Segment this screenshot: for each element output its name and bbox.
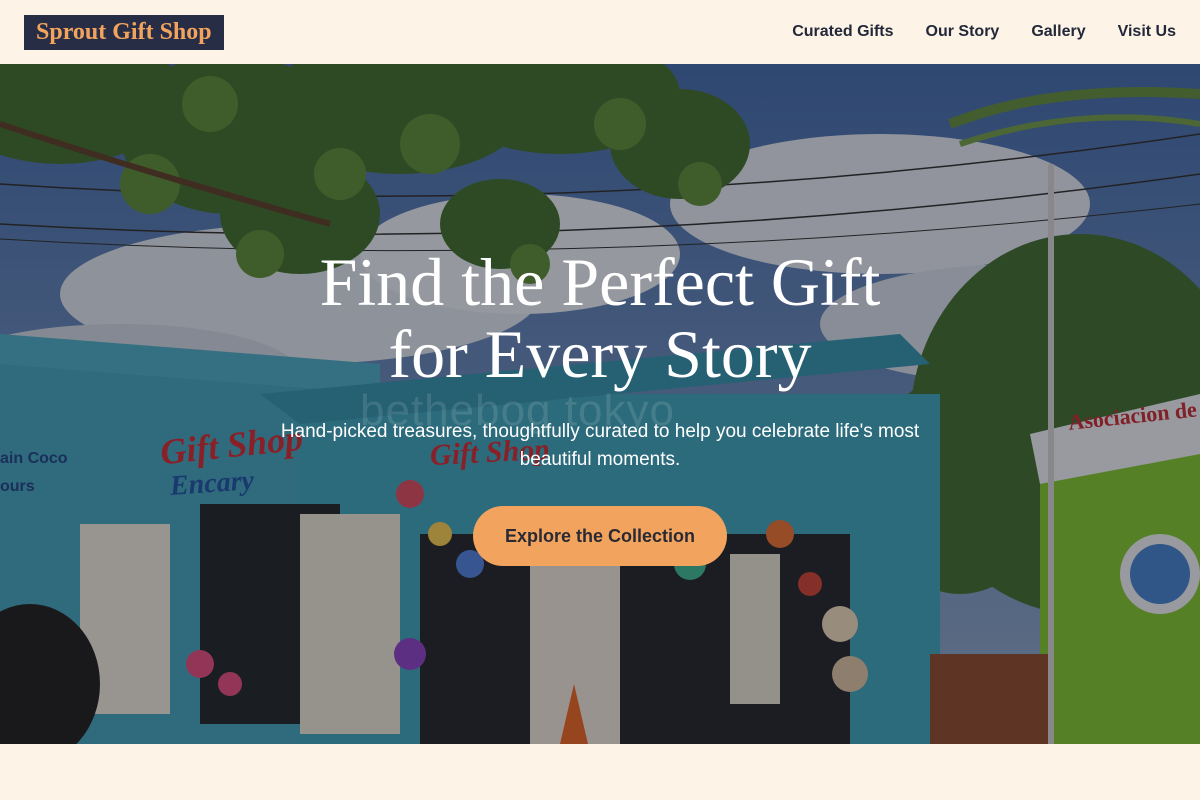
- hero-headline: Find the Perfect Gift for Every Story: [190, 246, 1010, 390]
- hero-headline-line-2: for Every Story: [388, 316, 812, 392]
- hero-subtitle: Hand-picked treasures, thoughtfully cura…: [280, 421, 920, 470]
- hero-headline-line-1: Find the Perfect Gift: [319, 244, 881, 320]
- nav-link-visit-us[interactable]: Visit Us: [1118, 23, 1176, 41]
- brand-logo[interactable]: Sprout Gift Shop: [24, 14, 224, 50]
- nav-link-curated-gifts[interactable]: Curated Gifts: [792, 23, 893, 41]
- nav-link-our-story[interactable]: Our Story: [926, 23, 1000, 41]
- nav-link-gallery[interactable]: Gallery: [1031, 23, 1085, 41]
- hero-section: Gift Shop Encary Gift Shop Asociacion de…: [0, 64, 1200, 744]
- hero-content: Find the Perfect Gift for Every Story Ha…: [0, 64, 1200, 744]
- explore-collection-button[interactable]: Explore the Collection: [473, 506, 727, 566]
- page-bottom-area: [0, 744, 1200, 800]
- top-navbar: Sprout Gift Shop Curated Gifts Our Story…: [0, 0, 1200, 64]
- main-nav: Curated Gifts Our Story Gallery Visit Us: [792, 23, 1176, 41]
